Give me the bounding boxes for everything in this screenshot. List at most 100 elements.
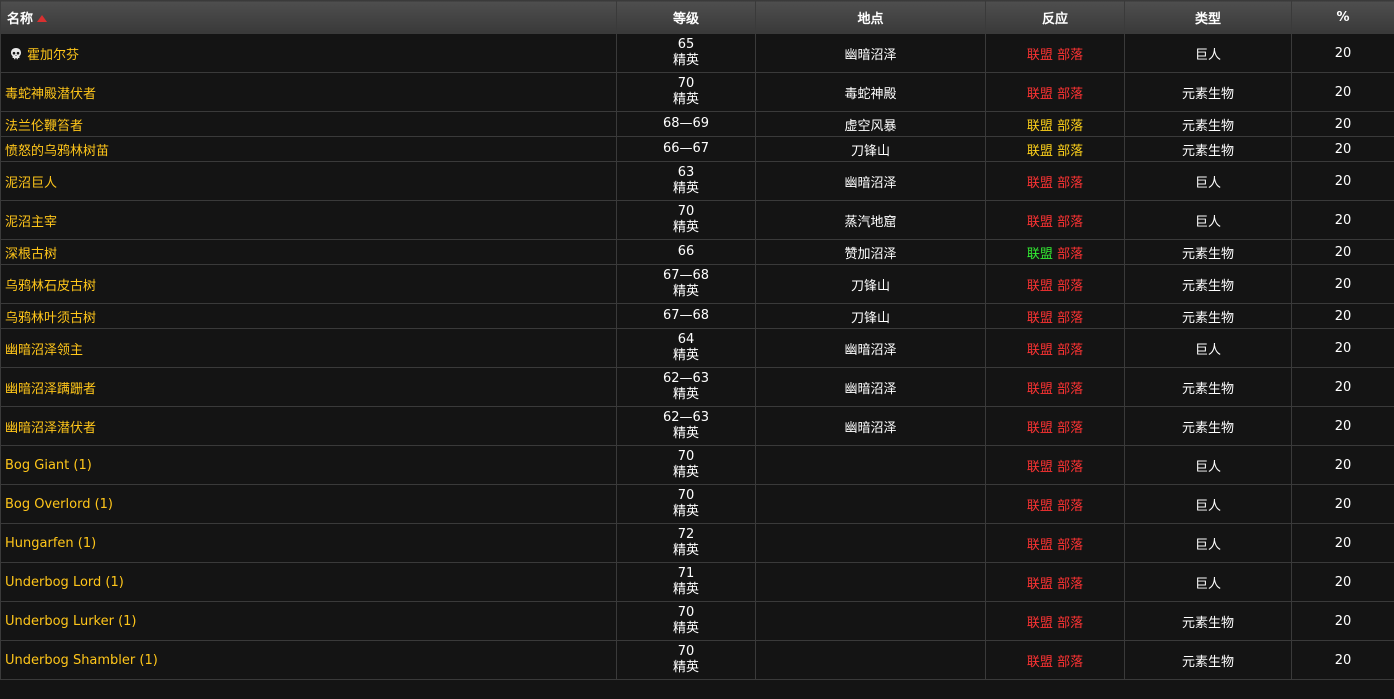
npc-location-link[interactable]: 毒蛇神殿 bbox=[844, 87, 896, 102]
npc-location-link[interactable]: 刀锋山 bbox=[851, 144, 890, 159]
react-horde: 部落 bbox=[1057, 246, 1084, 262]
npc-name-cell: 幽暗沼泽领主 bbox=[0, 328, 617, 368]
npc-name-link[interactable]: Underbog Shambler (1) bbox=[5, 653, 158, 668]
npc-level-cell: 62—63 精英 bbox=[616, 406, 756, 446]
npc-location-link[interactable]: 幽暗沼泽 bbox=[844, 343, 896, 358]
npc-location-link[interactable]: 幽暗沼泽 bbox=[844, 176, 896, 191]
react-horde: 部落 bbox=[1057, 381, 1084, 397]
npc-percent-cell: 20 bbox=[1291, 406, 1394, 446]
npc-name-link[interactable]: 愤怒的乌鸦林树苗 bbox=[5, 144, 109, 159]
npc-react-cell: 联盟 部落 bbox=[985, 406, 1125, 446]
table-row: 毒蛇神殿潜伏者 70 精英 毒蛇神殿 联盟 部落 元素生物 20 bbox=[0, 72, 1394, 112]
npc-name-link[interactable]: Underbog Lurker (1) bbox=[5, 614, 137, 629]
column-header-name-label: 名称 bbox=[7, 11, 34, 27]
npc-location-link[interactable]: 幽暗沼泽 bbox=[844, 421, 896, 436]
npc-name-link[interactable]: Hungarfen (1) bbox=[5, 536, 96, 551]
npc-react-cell: 联盟 部落 bbox=[985, 601, 1125, 641]
npc-level: 65 bbox=[677, 37, 695, 52]
react-alliance: 联盟 bbox=[1026, 175, 1053, 191]
npc-name-cell: 乌鸦林叶须古树 bbox=[0, 303, 617, 329]
npc-level-cell: 66—67 bbox=[616, 136, 756, 162]
column-header-percent[interactable]: % bbox=[1291, 0, 1394, 34]
table-row: 乌鸦林叶须古树 67—68 刀锋山 联盟 部落 元素生物 20 bbox=[0, 303, 1394, 329]
npc-react-cell: 联盟 部落 bbox=[985, 200, 1125, 240]
table-row: 幽暗沼泽蹒跚者 62—63 精英 幽暗沼泽 联盟 部落 元素生物 20 bbox=[0, 367, 1394, 407]
npc-location-link[interactable]: 幽暗沼泽 bbox=[844, 48, 896, 63]
table-row: Underbog Shambler (1) 70 精英 联盟 部落 元素生物 20 bbox=[0, 640, 1394, 680]
npc-react-cell: 联盟 部落 bbox=[985, 136, 1125, 162]
npc-name-cell: 法兰伦鞭笞者 bbox=[0, 111, 617, 137]
npc-level: 68—69 bbox=[662, 116, 710, 131]
npc-level-cell: 71 精英 bbox=[616, 562, 756, 602]
react-horde: 部落 bbox=[1057, 310, 1084, 326]
column-header-location[interactable]: 地点 bbox=[755, 0, 986, 34]
npc-name-link[interactable]: Bog Giant (1) bbox=[5, 458, 92, 473]
column-header-type[interactable]: 类型 bbox=[1124, 0, 1292, 34]
react-alliance: 联盟 bbox=[1026, 654, 1053, 670]
npc-react-cell: 联盟 部落 bbox=[985, 72, 1125, 112]
npc-name-link[interactable]: 乌鸦林石皮古树 bbox=[5, 279, 96, 294]
react-alliance: 联盟 bbox=[1026, 615, 1053, 631]
npc-react-cell: 联盟 部落 bbox=[985, 328, 1125, 368]
npc-name-link[interactable]: 泥沼主宰 bbox=[5, 215, 57, 230]
npc-level-cell: 70 精英 bbox=[616, 640, 756, 680]
npc-location-link[interactable]: 蒸汽地窟 bbox=[844, 215, 896, 230]
column-header-react[interactable]: 反应 bbox=[985, 0, 1125, 34]
npc-location-link[interactable]: 虚空风暴 bbox=[844, 119, 896, 134]
table-row: Hungarfen (1) 72 精英 联盟 部落 巨人 20 bbox=[0, 523, 1394, 563]
npc-percent-cell: 20 bbox=[1291, 33, 1394, 73]
elite-label: 精英 bbox=[672, 348, 699, 363]
npc-level-cell: 70 精英 bbox=[616, 200, 756, 240]
npc-percent-cell: 20 bbox=[1291, 111, 1394, 137]
react-alliance: 联盟 bbox=[1026, 342, 1053, 358]
npc-location-link[interactable]: 刀锋山 bbox=[851, 311, 890, 326]
npc-name-link[interactable]: 幽暗沼泽领主 bbox=[5, 343, 83, 358]
npc-location-link[interactable]: 刀锋山 bbox=[851, 279, 890, 294]
npc-percent-cell: 20 bbox=[1291, 484, 1394, 524]
npc-name-cell: Bog Overlord (1) bbox=[0, 484, 617, 524]
elite-label: 精英 bbox=[672, 92, 699, 107]
elite-label: 精英 bbox=[672, 220, 699, 235]
npc-type-cell: 元素生物 bbox=[1124, 640, 1292, 680]
npc-name-link[interactable]: Underbog Lord (1) bbox=[5, 575, 124, 590]
react-alliance: 联盟 bbox=[1026, 143, 1053, 159]
table-row: Underbog Lord (1) 71 精英 联盟 部落 巨人 20 bbox=[0, 562, 1394, 602]
npc-level: 66 bbox=[677, 244, 695, 259]
npc-percent-cell: 20 bbox=[1291, 239, 1394, 265]
npc-name-cell: Underbog Lord (1) bbox=[0, 562, 617, 602]
react-alliance: 联盟 bbox=[1026, 576, 1053, 592]
npc-percent-cell: 20 bbox=[1291, 136, 1394, 162]
npc-react-cell: 联盟 部落 bbox=[985, 161, 1125, 201]
npc-name-cell: 霍加尔芬 bbox=[0, 33, 617, 73]
npc-type-cell: 巨人 bbox=[1124, 33, 1292, 73]
column-header-name[interactable]: 名称 bbox=[0, 0, 617, 34]
npc-name-link[interactable]: 幽暗沼泽潜伏者 bbox=[5, 421, 96, 436]
npc-location-link[interactable]: 幽暗沼泽 bbox=[844, 382, 896, 397]
npc-location-cell: 刀锋山 bbox=[755, 136, 986, 162]
npc-react-cell: 联盟 部落 bbox=[985, 33, 1125, 73]
npc-name-link[interactable]: 霍加尔芬 bbox=[27, 48, 79, 63]
react-horde: 部落 bbox=[1057, 342, 1084, 358]
npc-name-link[interactable]: 乌鸦林叶须古树 bbox=[5, 311, 96, 326]
npc-name-link[interactable]: 毒蛇神殿潜伏者 bbox=[5, 87, 96, 102]
npc-location-link[interactable]: 赞加沼泽 bbox=[844, 247, 896, 262]
npc-level-cell: 68—69 bbox=[616, 111, 756, 137]
table-row: 愤怒的乌鸦林树苗 66—67 刀锋山 联盟 部落 元素生物 20 bbox=[0, 136, 1394, 162]
table-row: Underbog Lurker (1) 70 精英 联盟 部落 元素生物 20 bbox=[0, 601, 1394, 641]
npc-level: 70 bbox=[677, 605, 695, 620]
react-alliance: 联盟 bbox=[1026, 214, 1053, 230]
npc-location-cell: 幽暗沼泽 bbox=[755, 161, 986, 201]
elite-label: 精英 bbox=[672, 582, 699, 597]
react-horde: 部落 bbox=[1057, 86, 1084, 102]
npc-name-link[interactable]: 深根古树 bbox=[5, 247, 57, 262]
npc-percent-cell: 20 bbox=[1291, 264, 1394, 304]
npc-name-link[interactable]: 幽暗沼泽蹒跚者 bbox=[5, 382, 96, 397]
react-horde: 部落 bbox=[1057, 47, 1084, 63]
npc-name-link[interactable]: 泥沼巨人 bbox=[5, 176, 57, 191]
table-row: 霍加尔芬 65 精英 幽暗沼泽 联盟 部落 巨人 20 bbox=[0, 33, 1394, 73]
column-header-level[interactable]: 等级 bbox=[616, 0, 756, 34]
npc-type-cell: 元素生物 bbox=[1124, 72, 1292, 112]
npc-name-link[interactable]: Bog Overlord (1) bbox=[5, 497, 113, 512]
npc-percent-cell: 20 bbox=[1291, 640, 1394, 680]
npc-name-link[interactable]: 法兰伦鞭笞者 bbox=[5, 119, 83, 134]
